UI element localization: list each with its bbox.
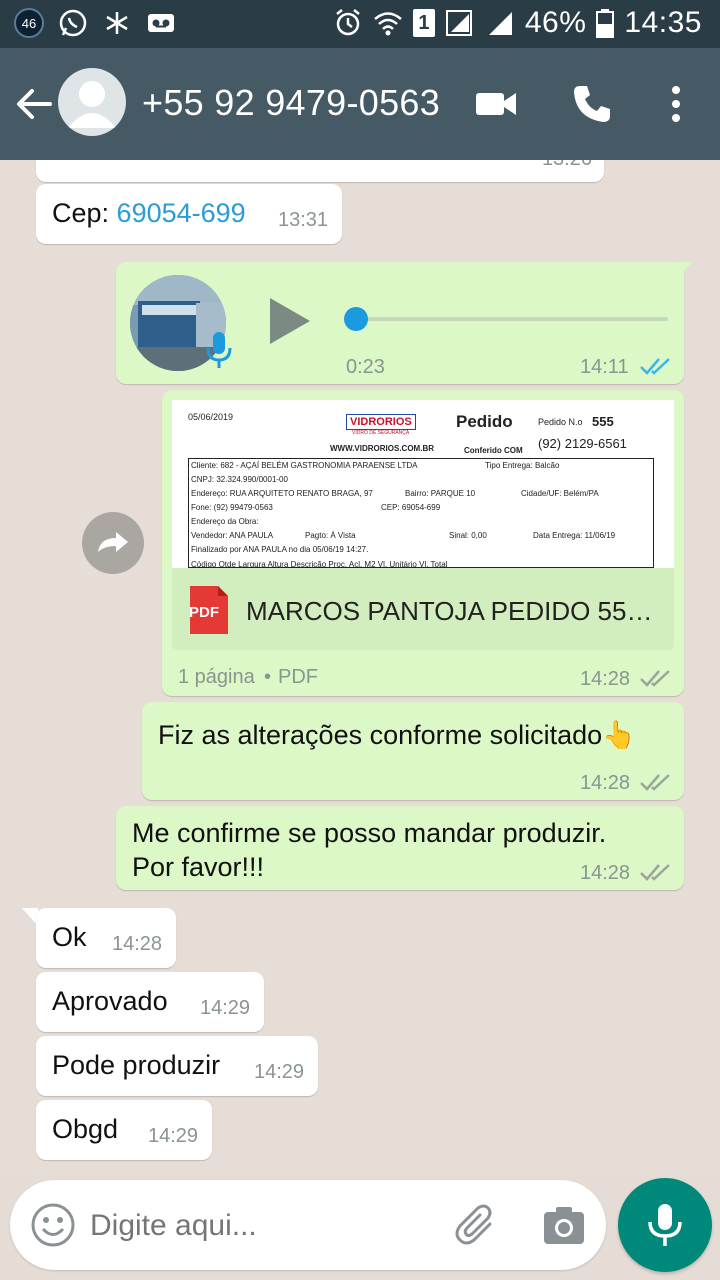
message-text: Aprovado — [52, 986, 168, 1016]
signal-2-icon — [485, 8, 515, 38]
doc-line: Endereço: RUA ARQUITETO RENATO BRAGA, 97 — [191, 489, 373, 498]
doc-line: Cliente: 682 - AÇAÍ BELÉM GASTRONOMIA PA… — [191, 461, 418, 470]
message-time: 14:11 — [580, 356, 629, 378]
doc-line: Endereço da Obra: — [191, 517, 259, 526]
doc-brand: VIDRORIOS — [346, 414, 416, 430]
message-text: Fiz as alterações conforme solicitado👆 — [158, 720, 636, 750]
document-pages: 1 página — [178, 666, 255, 688]
battery-icon — [596, 8, 615, 38]
doc-line: Cidade/UF: Belém/PA — [521, 489, 599, 498]
mic-recorded-icon — [204, 330, 234, 372]
status-bar: 46 1 46% 14:35 — [0, 0, 720, 48]
document-separator: • — [264, 666, 272, 688]
message-text: Pode produzir — [52, 1050, 221, 1080]
message-input[interactable] — [90, 1200, 430, 1252]
doc-line: Sinal: 0,00 — [449, 531, 487, 540]
attach-icon[interactable] — [452, 1202, 500, 1250]
chat-header-top: +55 92 9479-0563 — [0, 48, 720, 160]
message-time: 14:29 — [148, 1125, 199, 1147]
message-bubble-outgoing[interactable]: Me confirme se posso mandar produzir. Po… — [116, 806, 684, 890]
message-text: Cep: 69054-699 — [52, 196, 246, 230]
clock: 14:35 — [624, 6, 702, 39]
voice-record-button[interactable] — [618, 1178, 712, 1272]
message-time: 14:28 — [112, 933, 163, 955]
more-options-icon[interactable] — [656, 82, 696, 126]
contact-name[interactable]: +55 92 9479-0563 — [142, 82, 440, 124]
alarm-icon — [333, 8, 363, 38]
doc-brand-sub: VIDRO DE SEGURANÇA — [352, 430, 410, 436]
message-text-line-1: Me confirme se posso mandar produzir. — [132, 818, 607, 848]
delivered-ticks-icon — [640, 668, 672, 688]
message-bubble-incoming[interactable]: Cep: 69054-699 13:31 — [36, 184, 342, 244]
message-text-line-2: Por favor!!! — [132, 852, 265, 882]
message-bubble-incoming[interactable]: Obgd 14:29 — [36, 1100, 212, 1160]
doc-order-no: 555 — [592, 414, 614, 429]
avatar[interactable] — [58, 68, 126, 136]
sim-slot-icon: 1 — [412, 9, 435, 37]
cep-label: Cep: — [52, 198, 117, 228]
doc-line: Bairro: PARQUE 10 — [405, 489, 476, 498]
doc-title: Pedido — [456, 412, 513, 431]
battery-percent: 46% — [524, 6, 587, 39]
message-bubble-incoming[interactable]: Pode produzir 14:29 — [36, 1036, 318, 1096]
settings-asterisk-icon — [102, 8, 132, 38]
doc-line: CNPJ: 32.324.990/0001-00 — [191, 475, 288, 484]
message-bubble-incoming[interactable]: Aprovado 14:29 — [36, 972, 264, 1032]
doc-line: Data Entrega: 11/06/19 — [533, 531, 616, 540]
doc-line: Código Qtde Largura Altura Descrição Pro… — [191, 560, 448, 568]
document-type: PDF — [278, 666, 318, 688]
message-bubble-outgoing[interactable]: Fiz as alterações conforme solicitado👆 1… — [142, 702, 684, 800]
signal-1-icon — [445, 8, 475, 38]
doc-line: CEP: 69054-699 — [381, 503, 441, 512]
microphone-icon — [648, 1204, 682, 1246]
emoji-icon[interactable] — [30, 1202, 76, 1248]
doc-site: WWW.VIDRORIOS.COM.BR — [330, 444, 434, 453]
bubble-tail — [676, 262, 692, 280]
doc-line: Fone: (92) 99479-0563 — [191, 503, 273, 512]
play-icon[interactable] — [268, 296, 312, 346]
message-time: 14:29 — [200, 997, 251, 1019]
doc-order-label: Pedido N.o — [538, 417, 583, 427]
cep-link[interactable]: 69054-699 — [117, 198, 246, 228]
video-call-icon[interactable] — [474, 82, 518, 126]
forward-icon — [98, 532, 128, 552]
audio-duration: 0:23 — [346, 356, 385, 378]
doc-line: Finalizado por ANA PAULA no dia 05/06/19… — [191, 545, 369, 554]
phone-icon[interactable] — [570, 82, 614, 126]
delivered-ticks-icon — [640, 772, 672, 792]
message-time: 14:28 — [580, 772, 631, 794]
doc-line: Vendedor: ANA PAULA — [191, 531, 274, 540]
read-ticks-icon — [640, 356, 672, 376]
message-time: 13:31 — [278, 209, 329, 231]
doc-conferido: Conferido COM — [464, 446, 523, 455]
notification-count-icon: 46 — [14, 8, 44, 38]
voicemail-icon — [146, 8, 176, 38]
message-text: Ok — [52, 922, 87, 952]
message-time: 14:28 — [580, 862, 631, 884]
audio-progress-knob[interactable] — [344, 307, 368, 331]
forward-button[interactable] — [82, 512, 144, 574]
audio-progress-track[interactable] — [356, 317, 668, 321]
pdf-label: PDF — [189, 604, 219, 621]
doc-date: 05/06/2019 — [188, 412, 234, 422]
whatsapp-icon — [58, 8, 88, 38]
camera-icon[interactable] — [540, 1202, 588, 1250]
doc-line: Tipo Entrega: Balcão — [485, 461, 560, 470]
delivered-ticks-icon — [640, 862, 672, 882]
document-name[interactable]: MARCOS PANTOJA PEDIDO 555.pdf — [246, 596, 656, 627]
message-time: 14:28 — [580, 668, 631, 690]
message-time: 14:29 — [254, 1061, 305, 1083]
message-bubble-incoming[interactable]: Ok 14:28 — [36, 908, 176, 968]
back-arrow-icon[interactable] — [12, 82, 56, 126]
doc-table: Cliente: 682 - AÇAÍ BELÉM GASTRONOMIA PA… — [188, 458, 654, 568]
doc-line: Pagto: À Vista — [305, 531, 356, 540]
doc-phone: (92) 2129-6561 — [538, 436, 627, 451]
message-text: Obgd — [52, 1114, 119, 1144]
wifi-icon — [373, 8, 403, 38]
document-preview[interactable]: 05/06/2019 VIDRORIOS VIDRO DE SEGURANÇA … — [172, 400, 674, 568]
